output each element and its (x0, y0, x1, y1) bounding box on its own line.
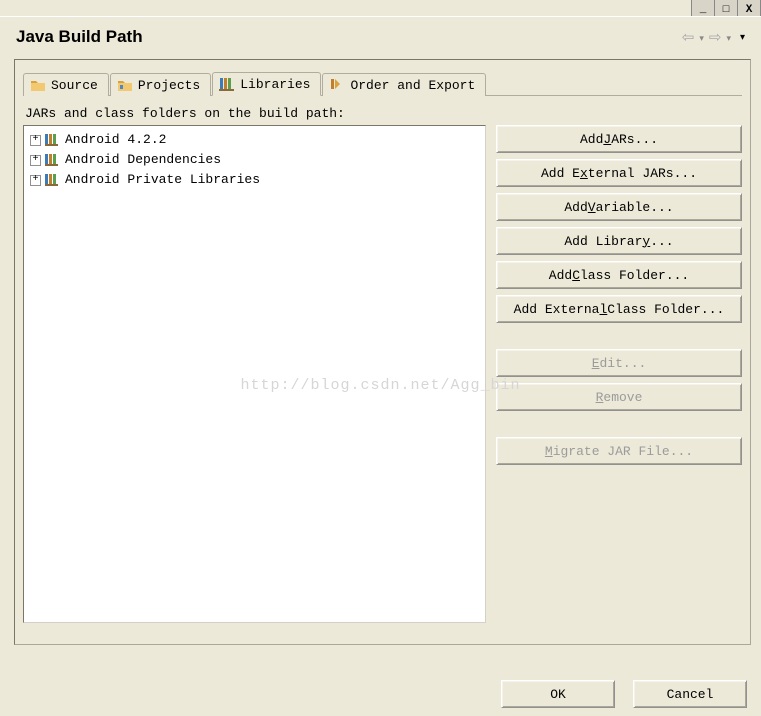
tree-item-label: Android Private Libraries (65, 170, 260, 190)
add-external-class-folder-button[interactable]: Add External Class Folder... (496, 295, 742, 323)
projects-folder-icon (117, 77, 133, 93)
tab-label: Order and Export (350, 78, 475, 93)
tab-label: Source (51, 78, 98, 93)
order-export-icon (329, 77, 345, 93)
libraries-icon (219, 76, 235, 92)
remove-button[interactable]: Remove (496, 383, 742, 411)
tab-libraries[interactable]: Libraries (212, 72, 321, 96)
view-menu-icon[interactable]: ▾ (740, 32, 745, 43)
expand-icon[interactable]: + (30, 175, 41, 186)
add-variable-button[interactable]: Add Variable... (496, 193, 742, 221)
add-external-jars-button[interactable]: Add External JARs... (496, 159, 742, 187)
header-nav: ⇦ ▾ ⇨ ▾ ▾ (680, 28, 745, 46)
expand-icon[interactable]: + (30, 135, 41, 146)
tree-item[interactable]: + Android 4.2.2 (26, 130, 483, 150)
tab-order-export[interactable]: Order and Export (322, 73, 486, 96)
nav-forward-menu-icon[interactable]: ▾ (726, 31, 731, 44)
button-separator (496, 329, 742, 343)
cancel-button[interactable]: Cancel (633, 680, 747, 708)
nav-forward-icon[interactable]: ⇨ (707, 28, 724, 46)
tab-source[interactable]: Source (23, 73, 109, 96)
section-label: JARs and class folders on the build path… (25, 106, 742, 121)
java-build-path-dialog: Java Build Path ⇦ ▾ ⇨ ▾ ▾ Source Project… (0, 16, 761, 716)
library-icon (45, 173, 61, 187)
tab-label: Libraries (240, 77, 310, 92)
add-library-button[interactable]: Add Library... (496, 227, 742, 255)
tree-item[interactable]: + Android Dependencies (26, 150, 483, 170)
dialog-header: Java Build Path ⇦ ▾ ⇨ ▾ ▾ (0, 17, 761, 53)
button-column: Add JARs... Add External JARs... Add Var… (496, 125, 742, 623)
migrate-jar-button[interactable]: Migrate JAR File... (496, 437, 742, 465)
library-icon (45, 153, 61, 167)
libraries-tree[interactable]: + Android 4.2.2 + Android Dependencies + (23, 125, 486, 623)
content-panel: Source Projects Libraries (14, 59, 751, 645)
add-class-folder-button[interactable]: Add Class Folder... (496, 261, 742, 289)
nav-back-icon[interactable]: ⇦ (680, 28, 697, 46)
expand-icon[interactable]: + (30, 155, 41, 166)
nav-back-menu-icon[interactable]: ▾ (699, 31, 704, 44)
tab-bar: Source Projects Libraries (23, 70, 742, 96)
source-folder-icon (30, 77, 46, 93)
main-columns: + Android 4.2.2 + Android Dependencies + (23, 125, 742, 623)
ok-button[interactable]: OK (501, 680, 615, 708)
page-title: Java Build Path (16, 27, 143, 47)
tree-item[interactable]: + Android Private Libraries (26, 170, 483, 190)
tree-item-label: Android 4.2.2 (65, 130, 166, 150)
dialog-footer: OK Cancel (501, 680, 747, 708)
tab-projects[interactable]: Projects (110, 73, 211, 96)
library-icon (45, 133, 61, 147)
tree-item-label: Android Dependencies (65, 150, 221, 170)
tab-label: Projects (138, 78, 200, 93)
edit-button[interactable]: Edit... (496, 349, 742, 377)
button-separator (496, 417, 742, 431)
add-jars-button[interactable]: Add JARs... (496, 125, 742, 153)
